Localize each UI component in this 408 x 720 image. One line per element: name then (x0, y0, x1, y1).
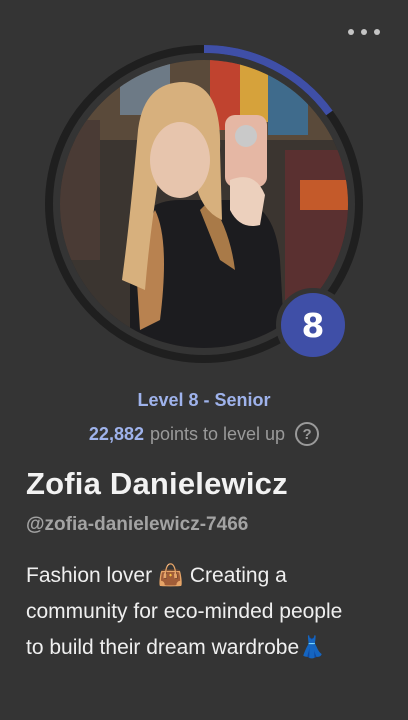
level-badge: 8 (276, 288, 350, 362)
more-options-icon-dot (361, 29, 367, 35)
more-options-icon (348, 29, 354, 35)
help-circle-icon[interactable]: ? (295, 422, 320, 446)
more-options-button[interactable] (348, 24, 380, 40)
avatar-with-progress[interactable]: 8 (43, 43, 365, 365)
profile-bio: Fashion lover 👜 Creating a community for… (26, 564, 343, 659)
level-title: Level 8 - Senior (137, 390, 271, 410)
profile-name: Zofia Danielewicz (26, 466, 288, 501)
profile-screen: 8 Level 8 - Senior 22,882 points to leve… (0, 0, 408, 720)
points-label: points to level up (149, 423, 286, 444)
profile-handle: @zofia-danielewicz-7466 (26, 514, 249, 535)
points-to-level-up: 22,882 points to level up ? (0, 422, 408, 446)
more-options-icon-dot (374, 29, 380, 35)
points-value: 22,882 (88, 423, 144, 444)
